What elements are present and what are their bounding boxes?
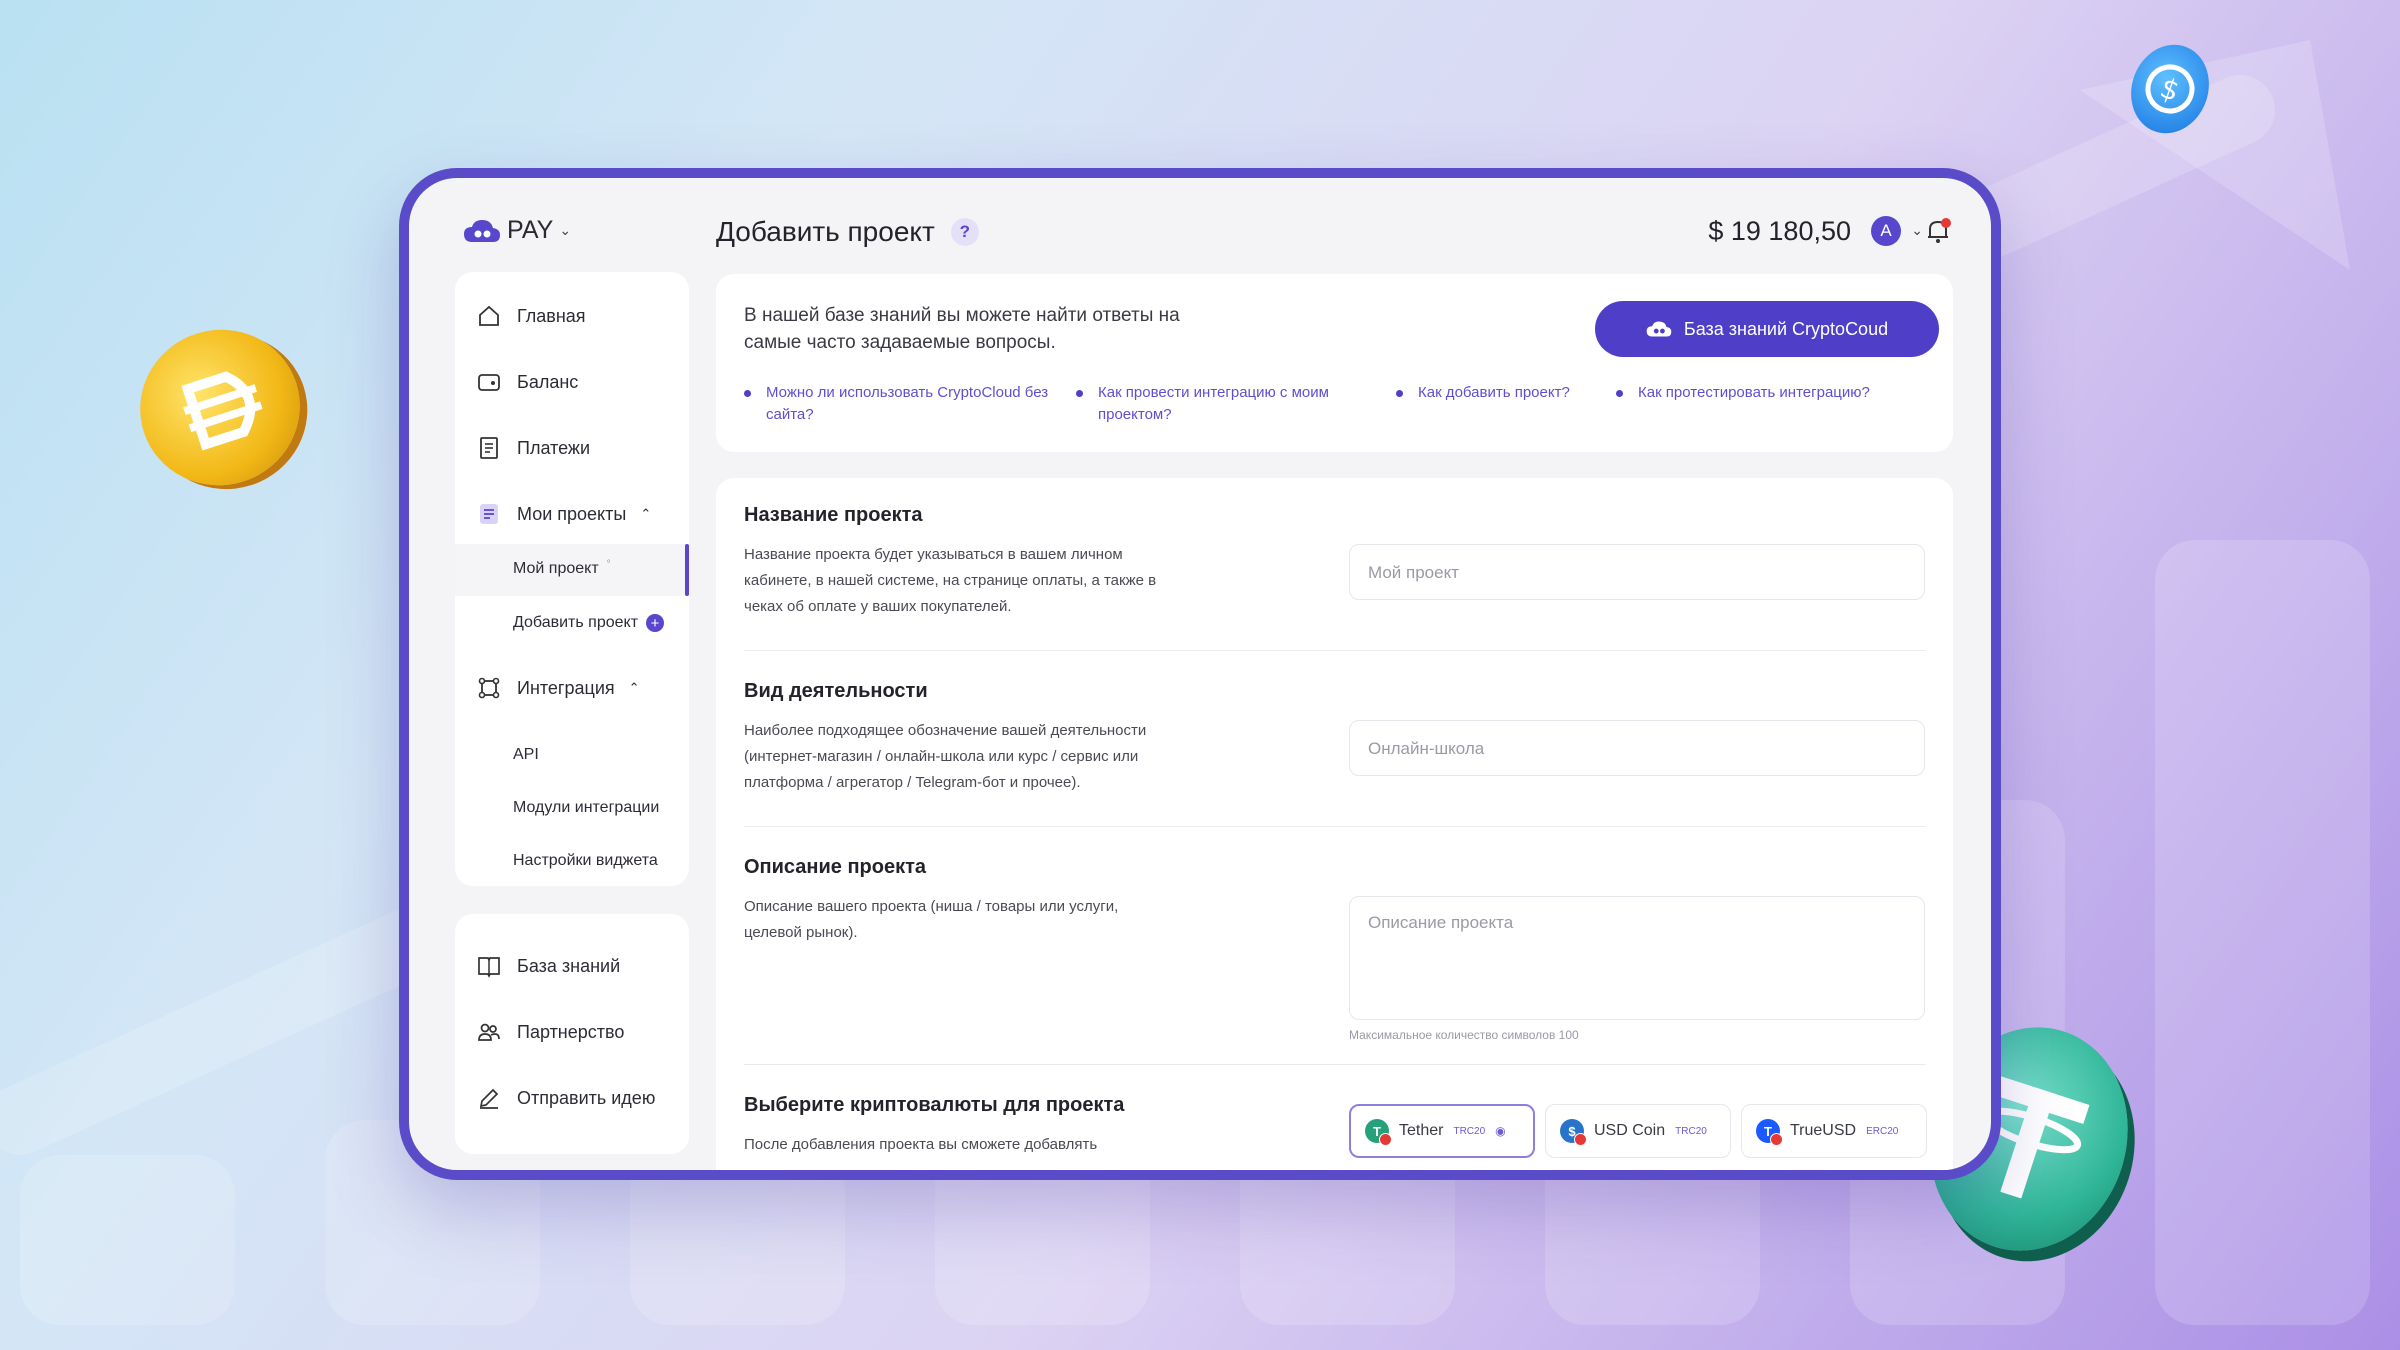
trueusd-icon: T: [1756, 1119, 1783, 1146]
divider: [744, 1064, 1925, 1065]
sidebar-item-label: Мои проекты: [517, 503, 627, 524]
tether-icon: T: [1365, 1119, 1392, 1146]
status-dot-icon: °: [606, 558, 611, 570]
page-title-row: Добавить проект ?: [716, 216, 979, 248]
sidebar-subitem-modules[interactable]: Модули интеграции: [513, 799, 659, 817]
currency-chip-trueusd[interactable]: T TrueUSD ERC20: [1741, 1104, 1927, 1158]
page-title: Добавить проект: [716, 216, 935, 247]
sidebar-item-label: База знаний: [517, 955, 621, 976]
sidebar-item-label: Платежи: [517, 437, 591, 458]
section-desc-name: Название проекта будет указываться в ваш…: [744, 546, 1157, 615]
section-desc-activity: Наиболее подходящее обозначение вашей де…: [744, 722, 1147, 791]
sidebar-item-label: Главная: [517, 305, 586, 326]
sidebar-item-balance[interactable]: Баланс: [475, 368, 578, 396]
home-icon: [475, 302, 503, 330]
chevron-down-icon[interactable]: ⌄: [1911, 222, 1923, 239]
sidebar-item-label: Отправить идею: [517, 1087, 656, 1108]
project-description-textarea[interactable]: Описание проекта: [1349, 896, 1925, 1020]
pen-icon: [475, 1084, 503, 1112]
sidebar-subitem-label: Мой проект: [513, 560, 599, 577]
section-desc-crypto: После добавления проекта вы сможете доба…: [744, 1136, 1098, 1153]
knowledge-base-button[interactable]: База знаний CryptoCoud: [1595, 301, 1939, 357]
currency-chip-usdc[interactable]: $ USD Coin TRC20: [1545, 1104, 1731, 1158]
sidebar-item-payments[interactable]: Платежи: [475, 434, 590, 462]
sidebar-item-home[interactable]: Главная: [475, 302, 586, 330]
sidebar-secondary: База знаний Партнерство Отправить идею: [455, 914, 689, 1154]
sidebar-item-projects[interactable]: Мои проекты ⌃: [475, 500, 651, 528]
knowledge-base-button-label: База знаний CryptoCoud: [1683, 318, 1889, 339]
balance-amount: $ 19 180,50: [1708, 216, 1851, 246]
currency-name: Tether: [1399, 1122, 1444, 1139]
logo-menu[interactable]: PAY ⌄: [463, 216, 571, 245]
notification-dot: [1941, 218, 1951, 228]
currency-name: USD Coin: [1594, 1122, 1666, 1139]
activity-placeholder: Онлайн-школа: [1368, 739, 1485, 758]
sidebar-subitem-label: Модули интеграции: [513, 799, 660, 816]
faq-link[interactable]: Как добавить проект?: [1396, 382, 1618, 404]
sidebar-item-label: Партнерство: [517, 1021, 625, 1042]
faq-link[interactable]: Можно ли использовать CryptoCloud без са…: [744, 382, 1056, 426]
active-indicator: [685, 544, 689, 596]
chevron-up-icon: ⌃: [628, 680, 640, 695]
sidebar: Главная Баланс Платежи Мои проекты ⌃ Мой…: [455, 272, 689, 886]
device-frame: PAY ⌄ Добавить проект ? $ 19 180,50 A ⌄ …: [399, 168, 2001, 1180]
project-name-input[interactable]: Мой проект: [1349, 544, 1925, 600]
section-title-about: Описание проекта: [744, 856, 927, 878]
logo-label: PAY: [507, 216, 554, 244]
currency-network: ERC20: [1866, 1125, 1899, 1137]
sidebar-item-label: Интеграция: [517, 677, 615, 698]
sidebar-subitem-my-project[interactable]: Мой проект °: [513, 558, 611, 578]
project-form-card: Название проекта Название проекта будет …: [716, 478, 1953, 1170]
project-name-placeholder: Мой проект: [1368, 563, 1460, 582]
cloud-logo-icon: [464, 219, 500, 242]
usd-coin-icon: $: [1560, 1119, 1587, 1146]
wallet-icon: [475, 368, 503, 396]
partners-icon: [475, 1018, 503, 1046]
section-title-name: Название проекта: [744, 504, 923, 526]
activity-input[interactable]: Онлайн-школа: [1349, 720, 1925, 776]
cloud-logo-icon: [1646, 321, 1672, 337]
sidebar-item-partnership[interactable]: Партнерство: [475, 1018, 624, 1046]
sidebar-item-integration[interactable]: Интеграция ⌃: [475, 674, 640, 702]
help-icon[interactable]: ?: [950, 218, 979, 246]
character-limit-hint: Максимальное количество символов 100: [1349, 1028, 1579, 1042]
plus-circle-icon: +: [646, 614, 665, 632]
app-screen: PAY ⌄ Добавить проект ? $ 19 180,50 A ⌄ …: [409, 178, 1991, 1170]
faq-link[interactable]: Как провести интеграцию с моим проектом?: [1076, 382, 1378, 426]
divider: [744, 826, 1925, 827]
receipt-icon: [475, 434, 503, 462]
sidebar-subitem-add-project[interactable]: Добавить проект +: [513, 614, 665, 632]
currency-network: TRC20: [1453, 1125, 1486, 1137]
projects-icon: [475, 500, 503, 528]
sidebar-subitem-api[interactable]: API: [513, 746, 539, 764]
svg-text:$: $: [2156, 71, 2184, 108]
sidebar-subitem-label: API: [513, 746, 539, 763]
sidebar-item-knowledge-base[interactable]: База знаний: [475, 952, 620, 980]
currency-chip-tether[interactable]: T Tether TRC20 ◉: [1349, 1104, 1535, 1158]
project-description-placeholder: Описание проекта: [1368, 913, 1514, 932]
chevron-up-icon: ⌃: [640, 506, 652, 521]
faq-link[interactable]: Как протестировать интеграцию?: [1616, 382, 1938, 404]
sidebar-subitem-widget-settings[interactable]: Настройки виджета: [513, 852, 658, 870]
sidebar-item-label: Баланс: [517, 371, 579, 392]
sidebar-subitem-label: Добавить проект: [513, 614, 639, 631]
section-title-activity: Вид деятельности: [744, 680, 928, 702]
knowledge-base-card: В нашей базе знаний вы можете найти отве…: [716, 274, 1953, 452]
currency-name: TrueUSD: [1790, 1122, 1857, 1139]
section-title-crypto: Выберите криптовалюты для проекта: [744, 1094, 1125, 1116]
sidebar-item-send-idea[interactable]: Отправить идею: [475, 1084, 655, 1112]
sidebar-subitem-label: Настройки виджета: [513, 852, 658, 869]
bell-icon[interactable]: [1923, 216, 1953, 246]
avatar[interactable]: A: [1871, 216, 1901, 246]
book-icon: [475, 952, 503, 980]
section-desc-about: Описание вашего проекта (ниша / товары и…: [744, 898, 1119, 941]
currency-network: TRC20: [1675, 1125, 1707, 1137]
lock-icon: ◉: [1495, 1124, 1506, 1138]
chevron-down-icon: ⌄: [559, 222, 572, 238]
divider: [744, 650, 1925, 651]
integration-icon: [475, 674, 503, 702]
knowledge-base-text: В нашей базе знаний вы можете найти отве…: [744, 305, 1180, 353]
